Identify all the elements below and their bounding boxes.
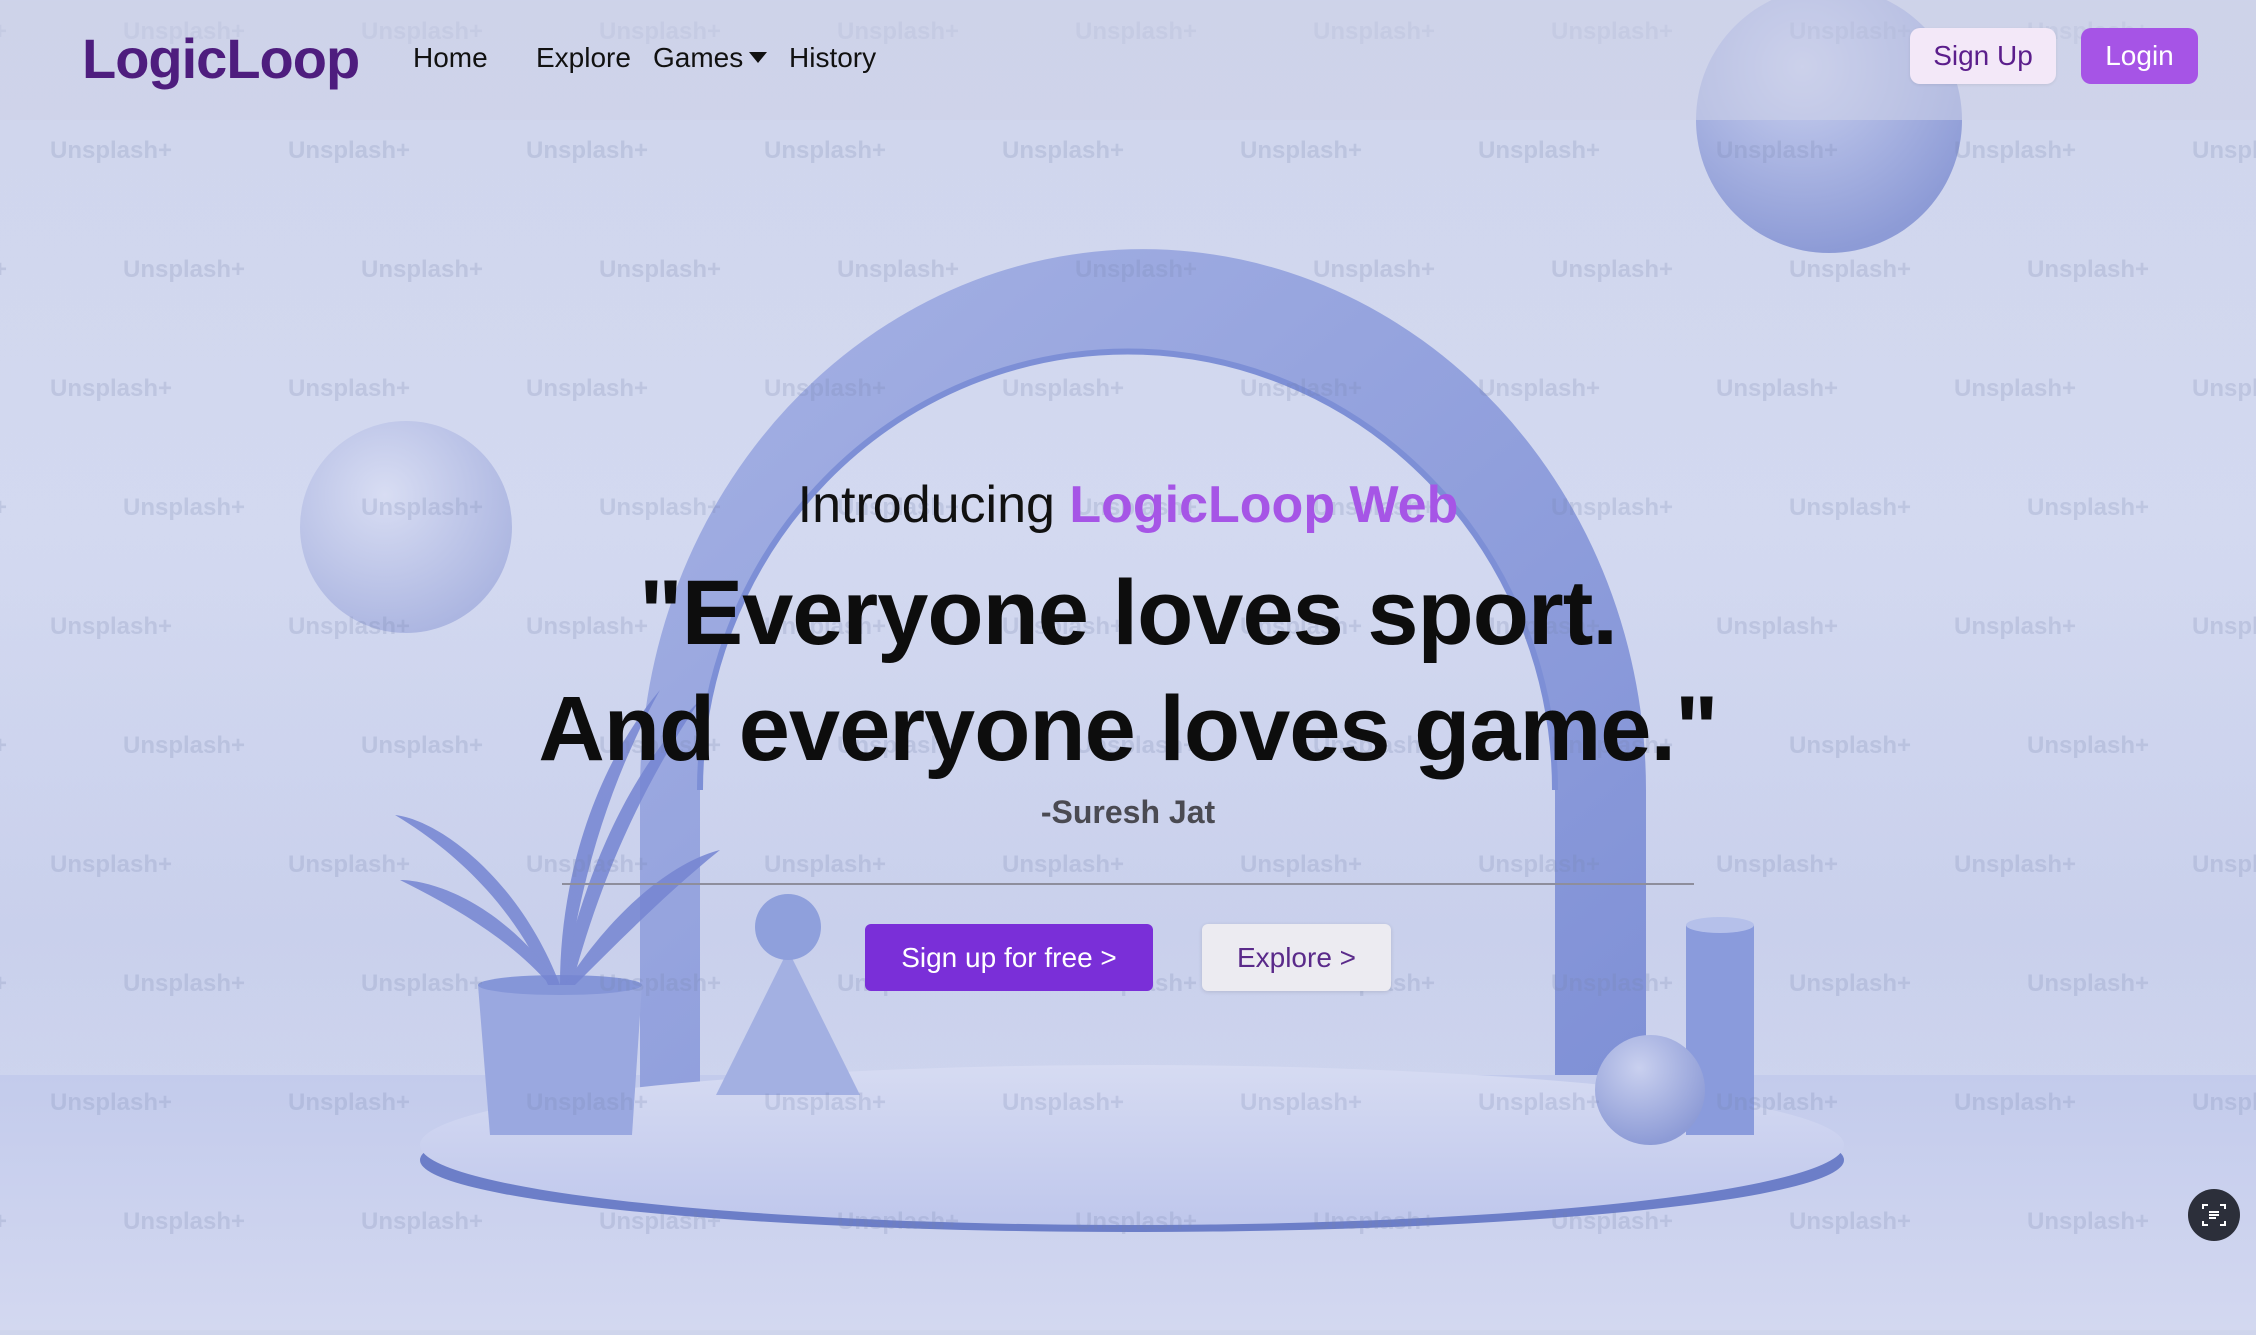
watermark-text: Unsplash+ [1716, 375, 1839, 402]
explore-button[interactable]: Explore > [1202, 924, 1391, 991]
watermark-text: Unsplash+ [1954, 375, 2077, 402]
watermark-text: Unsplash+ [1789, 970, 1912, 997]
watermark-text: Unsplash+ [50, 137, 173, 164]
text-scan-icon[interactable] [2188, 1189, 2240, 1241]
watermark-text: Unsplash+ [1075, 256, 1198, 283]
watermark-text: Unsplash+ [764, 1089, 887, 1116]
watermark-text: Unsplash+ [2027, 970, 2150, 997]
watermark-text: Unsplash+ [526, 375, 649, 402]
watermark-text: Unsplash+ [764, 851, 887, 878]
watermark-text: Unsplash+ [1954, 851, 2077, 878]
hero-intro-brand: LogicLoop Web [1069, 476, 1459, 534]
watermark-text: Unsplash+ [50, 1089, 173, 1116]
watermark-text: Unsplash+ [1478, 137, 1601, 164]
nav-explore[interactable]: Explore [536, 42, 631, 74]
watermark-text: Unsplash+ [361, 1208, 484, 1235]
watermark-text: Unsplash+ [0, 256, 8, 283]
watermark-text: Unsplash+ [1313, 1208, 1436, 1235]
watermark-text: Unsplash+ [123, 1208, 246, 1235]
hero-quote-line-2: And everyone loves game." [538, 678, 1718, 780]
hero-intro-prefix: Introducing [797, 476, 1070, 534]
watermark-text: Unsplash+ [0, 970, 8, 997]
hero-intro: Introducing LogicLoop Web [0, 475, 2256, 535]
watermark-text: Unsplash+ [599, 1208, 722, 1235]
watermark-text: Unsplash+ [1002, 375, 1125, 402]
watermark-text: Unsplash+ [288, 851, 411, 878]
watermark-text: Unsplash+ [2027, 1208, 2150, 1235]
watermark-text: Unsplash+ [837, 1208, 960, 1235]
watermark-text: Unsplash+ [764, 137, 887, 164]
watermark-text: Unsplash+ [1716, 851, 1839, 878]
hero-quote-line-1: "Everyone loves sport. [639, 562, 1618, 664]
watermark-text: Unsplash+ [2027, 256, 2150, 283]
nav-games[interactable]: Games [653, 42, 768, 74]
watermark-text: Unsplash+ [50, 375, 173, 402]
site-logo[interactable]: LogicLoop [82, 26, 360, 91]
watermark-text: Unsplash+ [1002, 1089, 1125, 1116]
watermark-text: Unsplash+ [1075, 1208, 1198, 1235]
watermark-text: Unsplash+ [2192, 375, 2256, 402]
watermark-text: Unsplash+ [123, 256, 246, 283]
watermark-text: Unsplash+ [123, 970, 246, 997]
signup-button[interactable]: Sign Up [1910, 28, 2056, 84]
login-button[interactable]: Login [2081, 28, 2198, 84]
watermark-text: Unsplash+ [1478, 375, 1601, 402]
watermark-text: Unsplash+ [764, 375, 887, 402]
watermark-text: Unsplash+ [0, 1208, 8, 1235]
watermark-text: Unsplash+ [1240, 851, 1363, 878]
watermark-text: Unsplash+ [1002, 851, 1125, 878]
watermark-text: Unsplash+ [2192, 137, 2256, 164]
watermark-text: Unsplash+ [288, 375, 411, 402]
nav-home[interactable]: Home [413, 42, 488, 74]
watermark-text: Unsplash+ [361, 256, 484, 283]
watermark-text: Unsplash+ [1551, 1208, 1674, 1235]
nav-games-label: Games [653, 42, 744, 73]
watermark-text: Unsplash+ [2192, 1089, 2256, 1116]
caret-down-icon [749, 52, 768, 63]
hero-quote: "Everyone loves sport. And everyone love… [0, 555, 2256, 787]
watermark-text: Unsplash+ [1551, 970, 1674, 997]
watermark-text: Unsplash+ [288, 1089, 411, 1116]
watermark-text: Unsplash+ [1313, 256, 1436, 283]
signup-free-button[interactable]: Sign up for free > [865, 924, 1153, 991]
watermark-text: Unsplash+ [1478, 1089, 1601, 1116]
watermark-text: Unsplash+ [1789, 1208, 1912, 1235]
watermark-text: Unsplash+ [526, 1089, 649, 1116]
watermark-text: Unsplash+ [361, 970, 484, 997]
watermark-text: Unsplash+ [1478, 851, 1601, 878]
watermark-text: Unsplash+ [1789, 256, 1912, 283]
watermark-text: Unsplash+ [50, 851, 173, 878]
watermark-text: Unsplash+ [1551, 256, 1674, 283]
watermark-text: Unsplash+ [288, 137, 411, 164]
watermark-text: Unsplash+ [1716, 1089, 1839, 1116]
watermark-text: Unsplash+ [1240, 1089, 1363, 1116]
watermark-text: Unsplash+ [1240, 375, 1363, 402]
watermark-text: Unsplash+ [2192, 851, 2256, 878]
watermark-text: Unsplash+ [837, 256, 960, 283]
watermark-text: Unsplash+ [1240, 137, 1363, 164]
watermark-text: Unsplash+ [526, 851, 649, 878]
watermark-text: Unsplash+ [599, 256, 722, 283]
watermark-text: Unsplash+ [1954, 1089, 2077, 1116]
watermark-text: Unsplash+ [1002, 137, 1125, 164]
watermark-text: Unsplash+ [599, 970, 722, 997]
watermark-text: Unsplash+ [526, 137, 649, 164]
nav-history[interactable]: History [789, 42, 876, 74]
watermark-text: Unsplash+ [1954, 137, 2077, 164]
quote-author: -Suresh Jat [1040, 794, 1216, 830]
text-scan-icon-glyph [2202, 1204, 2226, 1226]
hero-divider [562, 883, 1694, 885]
watermark-text: Unsplash+ [1716, 137, 1839, 164]
